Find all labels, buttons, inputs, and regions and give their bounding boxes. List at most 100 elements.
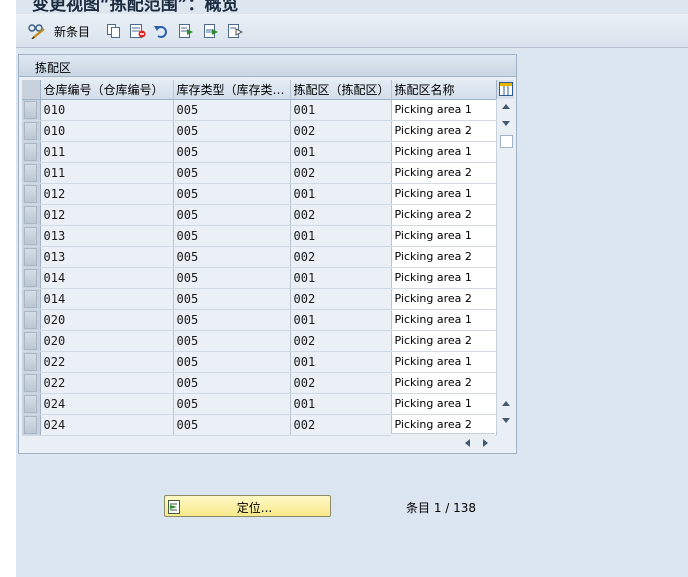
row-selector-button[interactable] — [24, 310, 38, 329]
cell-picking-area-name[interactable]: Picking area 2 — [391, 204, 497, 226]
cell-stock-type[interactable]: 005 — [173, 120, 291, 142]
select-block-button[interactable] — [203, 21, 219, 41]
table-row[interactable]: 020 005 002 Picking area 2 — [22, 330, 497, 352]
cell-picking-area-name[interactable]: Picking area 1 — [391, 183, 497, 205]
row-selector[interactable] — [22, 162, 41, 184]
row-selector[interactable] — [22, 372, 41, 394]
table-row[interactable]: 012 005 001 Picking area 1 — [22, 183, 497, 205]
row-selector-button[interactable] — [24, 373, 38, 392]
cell-warehouse-number[interactable]: 020 — [40, 309, 174, 331]
row-selector-button[interactable] — [24, 142, 38, 161]
scroll-thumb[interactable] — [500, 135, 513, 148]
cell-picking-area[interactable]: 001 — [290, 141, 392, 163]
cell-picking-area-name[interactable]: Picking area 2 — [391, 246, 497, 268]
cell-warehouse-number[interactable]: 014 — [40, 267, 174, 289]
row-selector[interactable] — [22, 204, 41, 226]
cell-stock-type[interactable]: 005 — [173, 309, 291, 331]
scroll-right-icon[interactable] — [479, 437, 491, 449]
position-button[interactable]: 定位... — [164, 495, 331, 517]
cell-stock-type[interactable]: 005 — [173, 267, 291, 289]
cell-picking-area[interactable]: 001 — [290, 99, 392, 121]
row-selector[interactable] — [22, 141, 41, 163]
row-selector-button[interactable] — [24, 289, 38, 308]
vertical-scrollbar[interactable] — [496, 99, 514, 432]
cell-warehouse-number[interactable]: 013 — [40, 246, 174, 268]
undo-button[interactable] — [153, 21, 169, 41]
row-selector[interactable] — [22, 267, 41, 289]
row-selector[interactable] — [22, 414, 41, 436]
cell-picking-area[interactable]: 002 — [290, 246, 392, 268]
cell-stock-type[interactable]: 005 — [173, 372, 291, 394]
table-row[interactable]: 012 005 002 Picking area 2 — [22, 204, 497, 226]
cell-stock-type[interactable]: 005 — [173, 162, 291, 184]
row-selector-button[interactable] — [24, 121, 38, 140]
cell-stock-type[interactable]: 005 — [173, 204, 291, 226]
select-all-rows-cell[interactable] — [22, 80, 41, 100]
cell-picking-area[interactable]: 001 — [290, 351, 392, 373]
cell-warehouse-number[interactable]: 014 — [40, 288, 174, 310]
row-selector-button[interactable] — [24, 184, 38, 203]
cell-picking-area[interactable]: 001 — [290, 267, 392, 289]
deselect-all-button[interactable] — [227, 21, 243, 41]
cell-picking-area-name[interactable]: Picking area 2 — [391, 162, 497, 184]
cell-stock-type[interactable]: 005 — [173, 225, 291, 247]
row-selector-button[interactable] — [24, 394, 38, 413]
cell-picking-area[interactable]: 001 — [290, 183, 392, 205]
table-row[interactable]: 014 005 002 Picking area 2 — [22, 288, 497, 310]
cell-warehouse-number[interactable]: 011 — [40, 141, 174, 163]
scroll-up-page-icon[interactable] — [500, 398, 512, 410]
row-selector-button[interactable] — [24, 205, 38, 224]
cell-picking-area-name[interactable]: Picking area 2 — [391, 330, 497, 352]
scroll-down-page-icon[interactable] — [500, 414, 512, 426]
table-row[interactable]: 010 005 002 Picking area 2 — [22, 120, 497, 142]
cell-warehouse-number[interactable]: 024 — [40, 393, 174, 415]
cell-picking-area[interactable]: 002 — [290, 414, 392, 436]
cell-picking-area[interactable]: 002 — [290, 288, 392, 310]
cell-picking-area[interactable]: 002 — [290, 162, 392, 184]
row-selector-button[interactable] — [24, 226, 38, 245]
row-selector[interactable] — [22, 120, 41, 142]
cell-warehouse-number[interactable]: 022 — [40, 351, 174, 373]
table-row[interactable]: 022 005 002 Picking area 2 — [22, 372, 497, 394]
cell-picking-area-name[interactable]: Picking area 1 — [391, 141, 497, 163]
cell-picking-area[interactable]: 002 — [290, 330, 392, 352]
cell-stock-type[interactable]: 005 — [173, 99, 291, 121]
row-selector-button[interactable] — [24, 163, 38, 182]
row-selector[interactable] — [22, 246, 41, 268]
scroll-left-icon[interactable] — [462, 437, 474, 449]
cell-stock-type[interactable]: 005 — [173, 351, 291, 373]
cell-picking-area[interactable]: 002 — [290, 204, 392, 226]
row-selector-button[interactable] — [24, 100, 38, 119]
row-selector[interactable] — [22, 225, 41, 247]
cell-picking-area[interactable]: 001 — [290, 309, 392, 331]
cell-warehouse-number[interactable]: 012 — [40, 183, 174, 205]
delete-button[interactable] — [129, 21, 147, 41]
table-row[interactable]: 010 005 001 Picking area 1 — [22, 99, 497, 121]
cell-picking-area[interactable]: 002 — [290, 372, 392, 394]
copy-button[interactable] — [106, 21, 122, 41]
column-settings-button[interactable] — [496, 80, 514, 99]
table-row[interactable]: 013 005 001 Picking area 1 — [22, 225, 497, 247]
table-row[interactable]: 022 005 001 Picking area 1 — [22, 351, 497, 373]
cell-stock-type[interactable]: 005 — [173, 246, 291, 268]
cell-picking-area-name[interactable]: Picking area 1 — [391, 393, 497, 415]
table-row[interactable]: 024 005 001 Picking area 1 — [22, 393, 497, 415]
cell-warehouse-number[interactable]: 010 — [40, 120, 174, 142]
scroll-up-icon[interactable] — [500, 101, 512, 113]
cell-stock-type[interactable]: 005 — [173, 141, 291, 163]
cell-warehouse-number[interactable]: 020 — [40, 330, 174, 352]
scroll-down-icon[interactable] — [500, 117, 512, 129]
select-all-button[interactable] — [178, 21, 194, 41]
column-header-stock-type[interactable]: 库存类型（库存类… — [173, 80, 291, 100]
cell-picking-area-name[interactable]: Picking area 1 — [391, 225, 497, 247]
cell-picking-area-name[interactable]: Picking area 2 — [391, 288, 497, 310]
row-selector[interactable] — [22, 393, 41, 415]
cell-stock-type[interactable]: 005 — [173, 393, 291, 415]
table-row[interactable]: 020 005 001 Picking area 1 — [22, 309, 497, 331]
table-row[interactable]: 014 005 001 Picking area 1 — [22, 267, 497, 289]
row-selector-button[interactable] — [24, 331, 38, 350]
cell-picking-area-name[interactable]: Picking area 2 — [391, 414, 497, 436]
cell-warehouse-number[interactable]: 012 — [40, 204, 174, 226]
cell-picking-area-name[interactable]: Picking area 1 — [391, 267, 497, 289]
horizontal-scrollbar[interactable] — [391, 433, 495, 451]
